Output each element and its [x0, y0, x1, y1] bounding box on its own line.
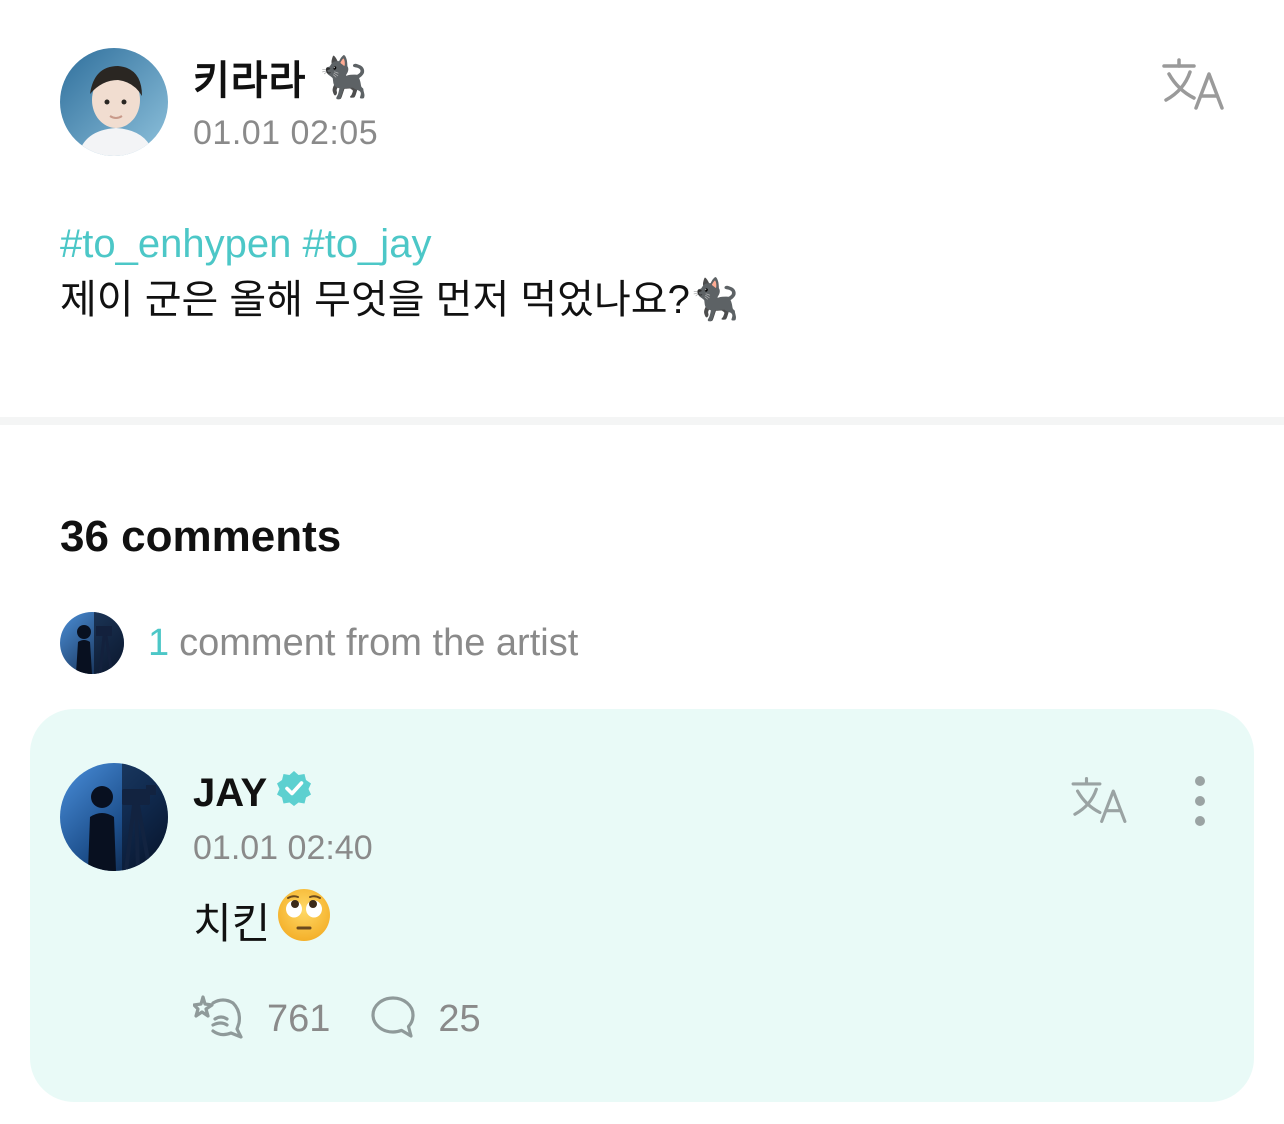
hashtag-to-enhypen[interactable]: #to_enhypen [60, 222, 291, 266]
post-body: #to_enhypen #to_jay 제이 군은 올해 무엇을 먼저 먹었나요… [60, 218, 1230, 330]
comment-translate-icon[interactable] [1068, 775, 1130, 825]
eye-roll-emoji [276, 887, 332, 953]
reply-button[interactable]: 25 [370, 995, 481, 1044]
translate-icon[interactable] [1160, 56, 1226, 112]
author-name[interactable]: 키라라 🐈‍⬛ [193, 48, 369, 106]
artist-comments-link[interactable]: 1 comment from the artist [60, 612, 578, 674]
more-vertical-icon[interactable] [1188, 775, 1212, 827]
like-button[interactable]: 761 [192, 993, 331, 1046]
hashtag-row: #to_enhypen #to_jay [60, 218, 1230, 270]
speech-bubble-icon [370, 995, 416, 1044]
post-timestamp: 01.01 02:05 [193, 114, 379, 152]
artist-avatar-small [60, 612, 124, 674]
artist-comment-card: JAY 01.01 02:40 치킨 761 25 [30, 709, 1254, 1102]
reply-count: 25 [438, 998, 481, 1040]
section-divider [0, 417, 1284, 425]
author-name-text: 키라라 [193, 59, 307, 103]
artist-name-text: JAY [193, 770, 268, 815]
artist-comment-count: 1 [148, 621, 170, 664]
post-text-content: 제이 군은 올해 무엇을 먼저 먹었나요? [60, 278, 690, 322]
artist-name[interactable]: JAY [193, 769, 313, 817]
verified-badge-icon [275, 769, 313, 817]
author-name-emoji: 🐈‍⬛ [318, 54, 370, 101]
post-text: 제이 군은 올해 무엇을 먼저 먹었나요?🐈‍⬛ [60, 270, 1230, 330]
comment-text-content: 치킨 [193, 899, 271, 947]
post-header: 키라라 🐈‍⬛ 01.01 02:05 [60, 46, 1230, 158]
cheer-hand-icon [192, 993, 245, 1046]
comment-actions: 761 25 [192, 993, 481, 1046]
like-count: 761 [267, 998, 331, 1040]
comment-timestamp: 01.01 02:40 [193, 829, 373, 867]
artist-avatar[interactable] [60, 763, 168, 871]
comment-text: 치킨 [193, 887, 332, 953]
artist-comment-label: comment from the artist [179, 621, 579, 664]
comments-count: 36 comments [60, 512, 342, 561]
post-detail-page: 키라라 🐈‍⬛ 01.01 02:05 #to_enhypen #to_jay … [0, 0, 1284, 1124]
author-avatar[interactable] [60, 48, 168, 156]
post-text-emoji: 🐈‍⬛ [689, 277, 740, 323]
hashtag-to-jay[interactable]: #to_jay [302, 222, 431, 266]
